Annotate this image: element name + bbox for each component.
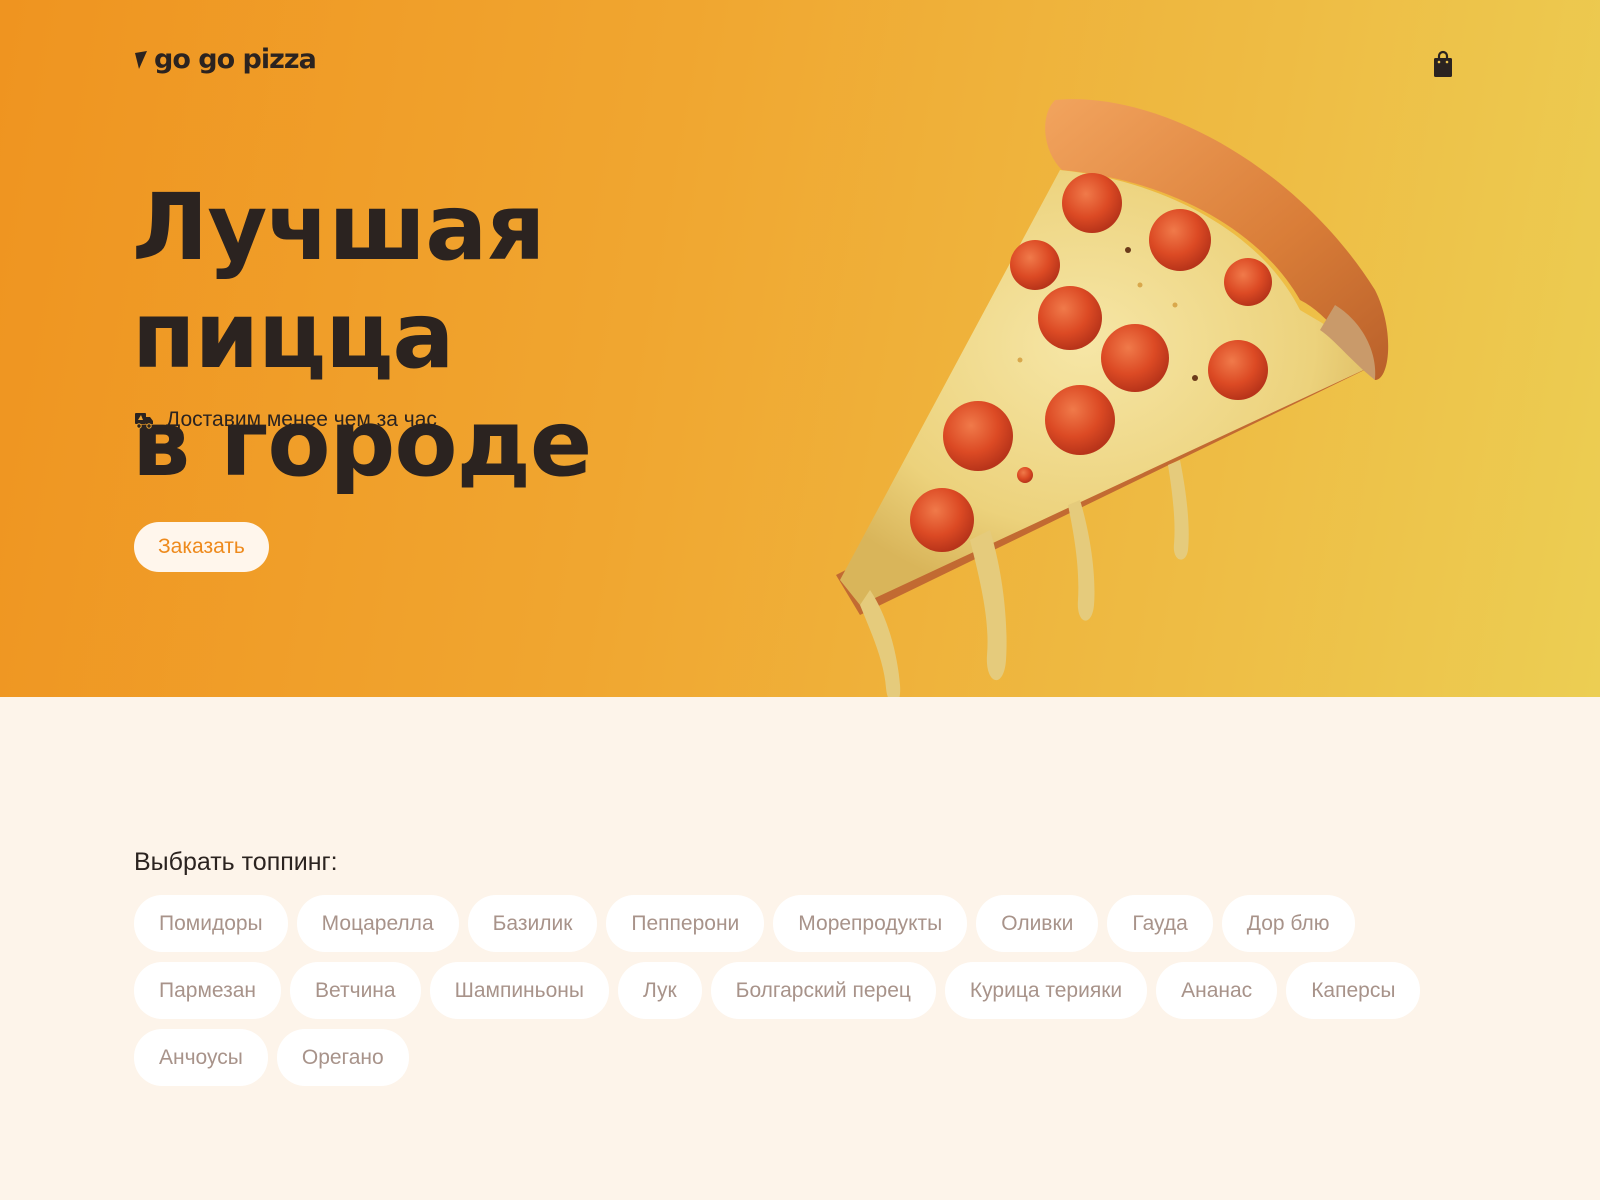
hero-title: Лучшая пицца в городе (132, 174, 852, 498)
topping-chip[interactable]: Гауда (1107, 895, 1213, 952)
topping-chip[interactable]: Помидоры (134, 895, 288, 952)
topping-chip[interactable]: Шампиньоны (429, 962, 609, 1019)
topping-chip[interactable]: Морепродукты (773, 895, 968, 952)
topping-chip[interactable]: Ветчина (290, 962, 421, 1019)
logo-mark-icon (135, 50, 147, 69)
topping-chip[interactable]: Пармезан (134, 962, 282, 1019)
pizza-slice-image (836, 99, 1389, 697)
hero-title-line-2: в городе (132, 390, 592, 497)
hero-title-line-1: Лучшая пицца (132, 174, 545, 389)
topping-chip[interactable]: Лук (617, 962, 702, 1019)
topping-title: Выбрать топпинг: (134, 848, 338, 876)
topping-chip[interactable]: Каперсы (1286, 962, 1421, 1019)
logo[interactable]: go go pizza (134, 44, 317, 75)
topping-chip[interactable]: Моцарелла (296, 895, 459, 952)
delivery-truck-icon (135, 413, 153, 429)
topping-chip[interactable]: Оливки (976, 895, 1099, 952)
topping-chip[interactable]: Пепперони (606, 895, 765, 952)
topping-chip[interactable]: Болгарский перец (710, 962, 936, 1019)
logo-text: go go pizza (154, 44, 317, 75)
hero-section: go go pizza Лучшая пицца в городе Достав… (0, 0, 1600, 697)
topping-chip[interactable]: Курица терияки (944, 962, 1148, 1019)
delivery-info: Доставим менее чем за час (134, 408, 437, 432)
order-button[interactable]: Заказать (134, 522, 269, 572)
topping-chip[interactable]: Ананас (1156, 962, 1278, 1019)
topping-chip[interactable]: Орегано (276, 1029, 409, 1086)
topping-chip[interactable]: Дор блю (1221, 895, 1355, 952)
topping-chip[interactable]: Базилик (467, 895, 598, 952)
delivery-text: Доставим менее чем за час (166, 408, 437, 431)
topping-chip[interactable]: Анчоусы (134, 1029, 268, 1086)
topping-chip-list: Помидоры Моцарелла Базилик Пепперони Мор… (134, 895, 1474, 1086)
shopping-bag-icon[interactable] (1432, 50, 1454, 78)
topping-section: Выбрать топпинг: Помидоры Моцарелла Бази… (134, 848, 1474, 1086)
